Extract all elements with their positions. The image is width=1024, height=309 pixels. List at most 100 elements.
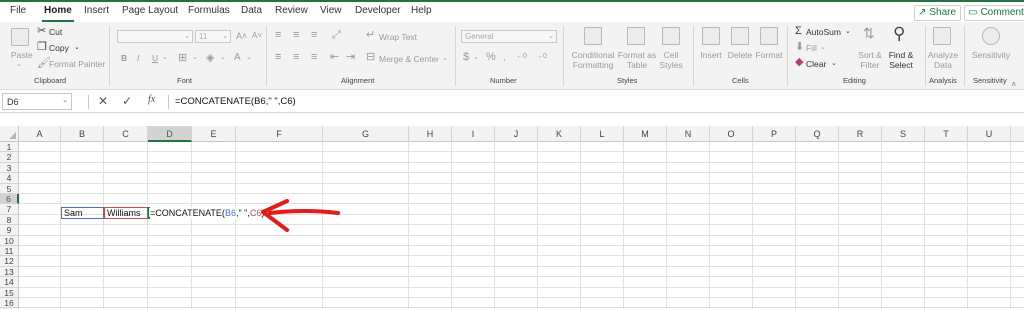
- name-box[interactable]: D6 ⌄: [2, 93, 72, 110]
- row-header[interactable]: 10: [0, 235, 19, 246]
- column-header[interactable]: S: [882, 126, 925, 142]
- insert-cells-button[interactable]: Insert: [696, 50, 726, 60]
- tab-review[interactable]: Review: [275, 5, 308, 16]
- currency-icon[interactable]: $: [463, 52, 469, 63]
- column-header[interactable]: T: [925, 126, 968, 142]
- row-header[interactable]: 9: [0, 225, 19, 236]
- column-header[interactable]: L: [581, 126, 624, 142]
- align-left-icon[interactable]: ≡: [275, 52, 281, 63]
- align-center-icon[interactable]: ≡: [293, 52, 299, 63]
- tab-help[interactable]: Help: [411, 5, 432, 16]
- conditional-formatting-line1[interactable]: Conditional: [569, 50, 617, 60]
- middle-align-icon[interactable]: ≡: [293, 30, 299, 41]
- increase-indent-icon[interactable]: ⇥: [346, 52, 355, 63]
- format-as-table-line1[interactable]: Format as: [616, 50, 658, 60]
- borders-icon[interactable]: ⊞: [178, 53, 187, 64]
- borders-dropdown-icon[interactable]: ⌄: [192, 53, 198, 61]
- comma-style-icon[interactable]: ,: [503, 52, 506, 63]
- analyze-data-line2[interactable]: Data: [926, 60, 960, 70]
- column-header[interactable]: D: [148, 126, 192, 142]
- fill-button[interactable]: Fill: [806, 43, 817, 53]
- formula-input[interactable]: =CONCATENATE(B6," ",C6): [175, 96, 296, 107]
- analyze-data-line1[interactable]: Analyze: [926, 50, 960, 60]
- increase-font-icon[interactable]: A˄: [236, 31, 247, 41]
- tab-file[interactable]: File: [10, 5, 26, 16]
- font-color-icon[interactable]: A: [234, 52, 241, 63]
- sort-filter-line1[interactable]: Sort &: [853, 50, 887, 60]
- fill-color-icon[interactable]: ◈: [206, 53, 214, 64]
- number-format-dropdown[interactable]: General ⌄: [461, 30, 557, 43]
- insert-function-button[interactable]: fx: [148, 94, 155, 105]
- row-header[interactable]: 3: [0, 162, 19, 174]
- autosum-dropdown-icon[interactable]: ⌄: [845, 27, 851, 35]
- format-painter-button[interactable]: Format Painter: [49, 59, 105, 69]
- column-header[interactable]: M: [624, 126, 667, 142]
- merge-dropdown-icon[interactable]: ⌄: [442, 54, 448, 62]
- cell-styles-line1[interactable]: Cell: [656, 50, 686, 60]
- delete-cells-button[interactable]: Delete: [724, 50, 756, 60]
- merge-center-button[interactable]: Merge & Center: [379, 54, 439, 64]
- find-select-line1[interactable]: Find &: [884, 50, 918, 60]
- row-header[interactable]: 14: [0, 277, 19, 288]
- cancel-entry-icon[interactable]: ✕: [98, 94, 108, 108]
- format-cells-button[interactable]: Format: [753, 50, 785, 60]
- sensitivity-button[interactable]: Sensitivity: [968, 50, 1014, 60]
- tab-developer[interactable]: Developer: [355, 5, 401, 16]
- autosum-button[interactable]: AutoSum: [806, 27, 841, 37]
- decrease-font-icon[interactable]: A˅: [252, 31, 262, 40]
- column-header[interactable]: K: [538, 126, 581, 142]
- copy-button[interactable]: Copy: [49, 43, 69, 53]
- column-header[interactable]: O: [710, 126, 753, 142]
- align-right-icon[interactable]: ≡: [311, 52, 317, 63]
- comments-button[interactable]: ▭ Comments: [964, 5, 1024, 21]
- clear-button[interactable]: Clear: [806, 59, 826, 69]
- wrap-text-button[interactable]: Wrap Text: [379, 32, 417, 42]
- column-header[interactable]: I: [452, 126, 495, 142]
- column-header[interactable]: Q: [796, 126, 839, 142]
- column-header[interactable]: A: [19, 126, 61, 142]
- tab-page-layout[interactable]: Page Layout: [122, 5, 178, 16]
- column-header[interactable]: N: [667, 126, 710, 142]
- find-select-line2[interactable]: Select: [882, 60, 920, 70]
- font-size-dropdown[interactable]: 11 ⌄: [195, 30, 231, 43]
- underline-dropdown-icon[interactable]: ⌄: [162, 53, 168, 61]
- row-header[interactable]: 1: [0, 142, 19, 153]
- collapse-ribbon-icon[interactable]: ˄: [1011, 80, 1016, 89]
- percent-icon[interactable]: %: [486, 52, 496, 63]
- copy-dropdown-icon[interactable]: ⌄: [74, 43, 80, 51]
- increase-decimal-icon[interactable]: ←0: [516, 53, 527, 60]
- share-button[interactable]: ↗ Share: [914, 5, 962, 21]
- top-align-icon[interactable]: ≡: [275, 30, 281, 41]
- paste-button[interactable]: Paste: [11, 50, 33, 60]
- currency-dropdown-icon[interactable]: ⌄: [473, 53, 479, 61]
- row-header[interactable]: 12: [0, 256, 19, 267]
- row-header[interactable]: 6: [0, 194, 19, 205]
- italic-button[interactable]: I: [137, 53, 139, 63]
- tab-insert[interactable]: Insert: [84, 5, 109, 16]
- tab-data[interactable]: Data: [241, 5, 262, 16]
- decrease-decimal-icon[interactable]: →0: [536, 53, 547, 60]
- row-header[interactable]: 16: [0, 298, 19, 309]
- format-as-table-line2[interactable]: Table: [616, 60, 658, 70]
- select-all-corner[interactable]: [0, 126, 19, 142]
- fill-color-dropdown-icon[interactable]: ⌄: [220, 53, 226, 61]
- column-header[interactable]: U: [968, 126, 1011, 142]
- column-header[interactable]: F: [236, 126, 323, 142]
- row-header[interactable]: 8: [0, 214, 19, 226]
- row-header[interactable]: 15: [0, 287, 19, 298]
- column-header[interactable]: P: [753, 126, 796, 142]
- column-header[interactable]: E: [192, 126, 236, 142]
- row-header[interactable]: 2: [0, 152, 19, 163]
- column-header[interactable]: J: [495, 126, 538, 142]
- underline-button[interactable]: U: [152, 53, 158, 63]
- column-header[interactable]: R: [839, 126, 882, 142]
- conditional-formatting-line2[interactable]: Formatting: [564, 60, 622, 70]
- cell-styles-line2[interactable]: Styles: [653, 60, 689, 70]
- row-header[interactable]: 11: [0, 246, 19, 257]
- bold-button[interactable]: B: [121, 53, 127, 63]
- font-color-dropdown-icon[interactable]: ⌄: [246, 53, 252, 61]
- row-header[interactable]: 13: [0, 266, 19, 278]
- row-header[interactable]: 5: [0, 183, 19, 194]
- tab-home[interactable]: Home: [44, 5, 72, 16]
- paste-dropdown-icon[interactable]: ⌄: [16, 60, 22, 68]
